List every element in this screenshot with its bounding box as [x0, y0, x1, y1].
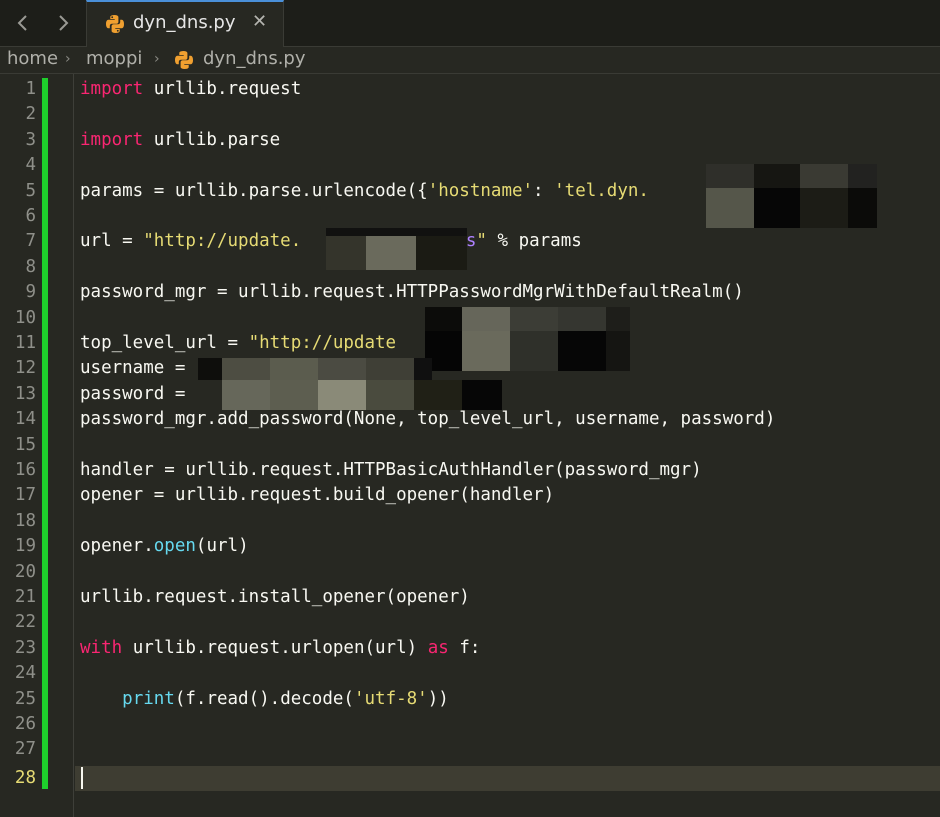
code-line-16: handler = urllib.request.HTTPBasicAuthHa…: [80, 460, 702, 480]
code-line-23: with urllib.request.urlopen(url) as f:: [80, 636, 480, 661]
line-number: 8: [25, 256, 36, 277]
breadcrumb: home › moppi › dyn_dns.py: [0, 47, 940, 74]
breadcrumb-item-home[interactable]: home: [7, 48, 58, 69]
code-line-17: opener = urllib.request.build_opener(han…: [80, 485, 555, 506]
line-number: 16: [14, 460, 36, 480]
breadcrumb-separator: ›: [154, 51, 160, 67]
keyword-token: as: [427, 637, 449, 658]
string-token: 'utf-8': [353, 688, 428, 709]
line-number: 25: [14, 688, 36, 709]
code-token: top_level_url =: [80, 333, 249, 353]
code-token: :: [533, 180, 555, 201]
line-number: 17: [14, 485, 36, 506]
forward-button[interactable]: [48, 8, 78, 38]
python-icon: [105, 14, 125, 38]
keyword-token: with: [80, 637, 123, 658]
line-number: 21: [14, 587, 36, 607]
change-indicator-bar: [42, 78, 48, 789]
line-number: 27: [14, 739, 36, 760]
breadcrumb-item-file[interactable]: dyn_dns.py: [203, 48, 306, 69]
code-token: urllib.request: [143, 79, 302, 99]
line-number: 2: [25, 104, 36, 125]
tab-bar: dyn_dns.py ✕: [0, 0, 940, 47]
back-button[interactable]: [8, 8, 38, 38]
redacted-block: [706, 164, 877, 228]
line-number: 14: [14, 409, 36, 430]
line-number: 4: [25, 155, 36, 176]
chevron-right-icon: [59, 15, 69, 31]
current-line-highlight: [75, 766, 940, 792]
code-token: f:: [448, 637, 481, 658]
line-number: 3: [25, 129, 36, 150]
code-line-13: password =: [80, 383, 196, 404]
tab-label: dyn_dns.py: [133, 12, 236, 33]
code-token: params = urllib.parse.urlencode({: [80, 180, 428, 201]
line-number: 9: [25, 282, 36, 303]
line-number: 26: [14, 714, 36, 734]
string-token: 'hostname': [427, 180, 534, 201]
code-token: (f.read().decode(: [174, 688, 354, 709]
line-number-current: 28: [14, 768, 36, 788]
line-number: 19: [14, 536, 36, 557]
line-number: 10: [14, 307, 36, 328]
builtin-token: print: [122, 688, 175, 709]
code-token: % params: [486, 231, 582, 252]
line-number: 20: [14, 561, 36, 582]
code-token: url =: [80, 231, 144, 252]
code-editor[interactable]: 1 2 3 4 5 6 7 8 9 10 11 12 13 14 15 16 1…: [0, 74, 940, 817]
redacted-block: [326, 228, 467, 270]
code-line-11: top_level_url = "http://update: [80, 331, 396, 356]
line-number: 18: [14, 510, 36, 531]
redacted-block: [198, 358, 502, 410]
code-token: (url): [195, 536, 249, 557]
python-icon: [174, 50, 194, 75]
breadcrumb-item-moppi[interactable]: moppi: [86, 48, 142, 69]
code-line-21: urllib.request.install_opener(opener): [80, 587, 470, 607]
breadcrumb-separator: ›: [65, 51, 71, 67]
code-token: )): [427, 688, 449, 709]
code-line-25: print(f.read().decode('utf-8')): [80, 687, 449, 712]
tab-dyn-dns[interactable]: dyn_dns.py ✕: [86, 0, 284, 47]
string-token: "http://update.: [143, 231, 302, 252]
string-token: ": [476, 231, 487, 252]
line-number: 7: [25, 231, 36, 252]
string-token: 'tel.dyn.: [554, 180, 649, 201]
code-line-14: password_mgr.add_password(None, top_leve…: [80, 409, 776, 430]
code-token: urllib.parse: [143, 129, 281, 150]
builtin-token: open: [153, 536, 196, 557]
line-number: 13: [14, 383, 36, 404]
keyword-token: import: [80, 79, 144, 99]
line-number: 22: [14, 612, 36, 633]
line-number: 24: [14, 663, 36, 684]
code-line-1: import urllib.request: [80, 77, 301, 102]
line-number: 6: [25, 206, 36, 226]
line-number: 15: [14, 434, 36, 455]
keyword-token: import: [80, 129, 144, 150]
code-line-3: import urllib.parse: [80, 128, 280, 153]
code-token: opener.: [80, 536, 154, 557]
text-cursor: [81, 767, 83, 789]
code-token: urllib.request.urlopen(url): [122, 637, 428, 658]
code-line-19: opener.open(url): [80, 534, 249, 559]
line-number: 12: [14, 358, 36, 379]
close-icon[interactable]: ✕: [252, 11, 267, 32]
chevron-left-icon: [17, 15, 27, 31]
code-line-9: password_mgr = urllib.request.HTTPPasswo…: [80, 282, 744, 303]
code-line-12: username =: [80, 358, 196, 379]
string-token: "http://update: [248, 333, 397, 353]
line-number: 5: [25, 180, 36, 201]
line-number: 11: [14, 333, 36, 353]
line-number: 23: [14, 637, 36, 658]
line-number: 1: [25, 79, 36, 99]
